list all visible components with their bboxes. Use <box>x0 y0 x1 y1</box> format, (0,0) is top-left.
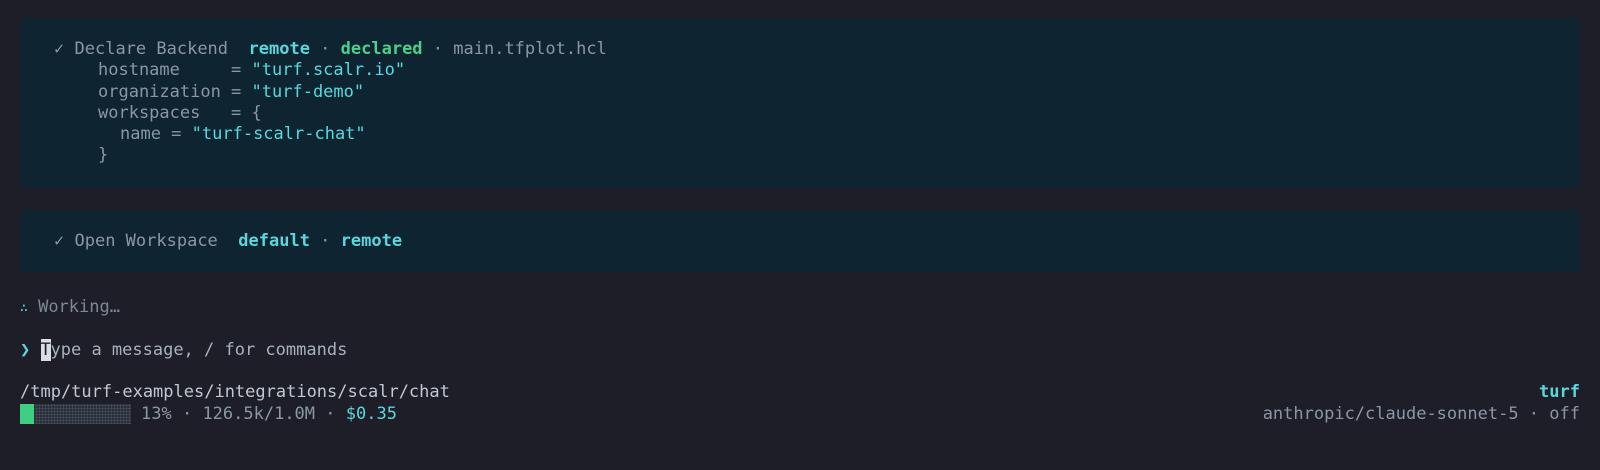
separator: · <box>309 39 341 59</box>
tool-call-title: Open Workspace <box>74 231 218 251</box>
code-key: workspaces = { <box>98 102 262 123</box>
context-usage-bar <box>20 404 131 424</box>
code-value: "turf-demo" <box>251 81 365 102</box>
code-value: "turf-scalr-chat" <box>191 124 366 145</box>
workspace-tag: default <box>238 231 310 251</box>
separator: · <box>422 39 454 59</box>
tool-call-declare-backend: ✓ Declare Backend remote · declared · ma… <box>20 18 1580 188</box>
code-line-organization: organization = "turf-demo" <box>20 82 1580 103</box>
code-value: "turf.scalr.io" <box>251 60 406 81</box>
mode-indicator: off <box>1549 404 1580 424</box>
code-line-hostname: hostname = "turf.scalr.io" <box>20 60 1580 81</box>
tool-call-header: ✓ Declare Backend remote · declared · ma… <box>20 39 1580 60</box>
status-tag: declared <box>340 39 423 59</box>
token-count: 126.5k/1.0M <box>202 404 316 424</box>
code-brace: } <box>98 145 109 166</box>
status-text: Working… <box>38 297 120 317</box>
tool-call-open-workspace: ✓ Open Workspace default · remote <box>20 210 1580 272</box>
code-key: name = <box>120 124 192 145</box>
input-placeholder: ype a message, / for commands <box>50 340 348 360</box>
session-cost: $0.35 <box>345 404 397 424</box>
context-percent: 13% <box>141 404 172 424</box>
code-line-name: name = "turf-scalr-chat" <box>20 124 1580 145</box>
separator: · <box>171 404 203 424</box>
check-icon: ✓ <box>54 231 65 251</box>
context-stats: 13% · 126.5k/1.0M · $0.35 <box>20 403 397 425</box>
tool-call-title: Declare Backend <box>74 39 229 59</box>
tool-call-header: ✓ Open Workspace default · remote <box>20 231 1580 252</box>
separator: · <box>315 404 346 424</box>
text-cursor: T <box>40 339 51 361</box>
backend-type-tag: remote <box>340 231 403 251</box>
prompt-chevron-icon: ❯ <box>20 340 31 360</box>
app-name: turf <box>1539 382 1580 402</box>
backend-type-tag: remote <box>248 39 310 59</box>
code-key: organization = <box>98 81 252 102</box>
context-usage-fill <box>20 404 35 424</box>
model-name: anthropic/claude-sonnet-5 <box>1262 404 1519 424</box>
separator: · <box>1518 404 1550 424</box>
spinner-icon: ∴ <box>20 301 28 316</box>
working-directory: /tmp/turf-examples/integrations/scalr/ch… <box>20 382 450 402</box>
check-icon: ✓ <box>54 39 65 59</box>
message-input[interactable]: ❯ Type a message, / for commands <box>20 339 347 361</box>
separator: · <box>309 231 341 251</box>
code-line-workspaces: workspaces = { <box>20 103 1580 124</box>
file-name: main.tfplot.hcl <box>453 39 607 59</box>
model-info: anthropic/claude-sonnet-5 · off <box>1263 403 1580 425</box>
working-status: ∴ Working… <box>20 296 120 320</box>
code-key: hostname = <box>98 60 252 81</box>
code-line-close: } <box>20 145 1580 166</box>
